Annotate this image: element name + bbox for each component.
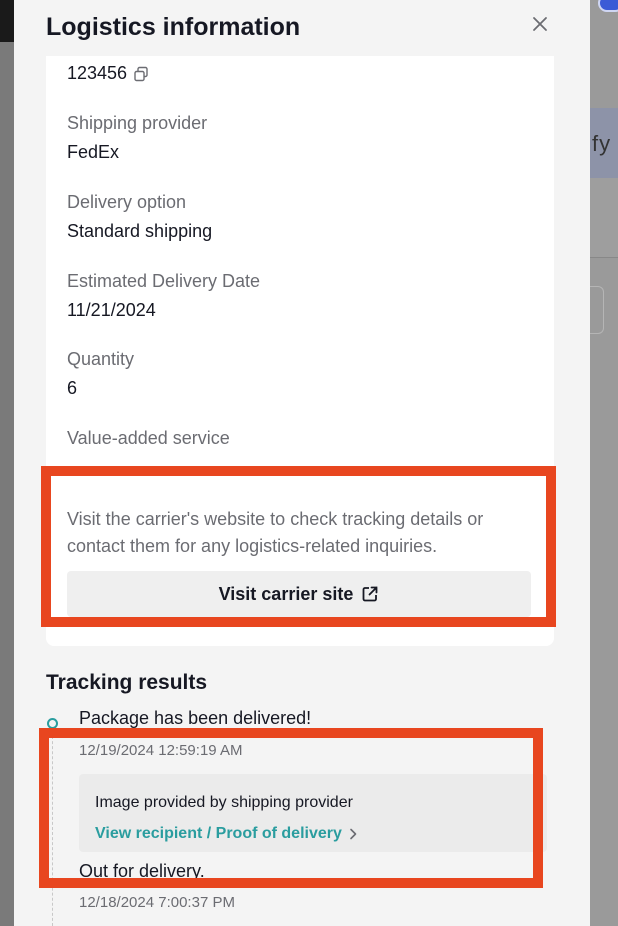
tracking-number: 123456 bbox=[67, 63, 128, 83]
field-estimated-delivery-date: Estimated Delivery Date 11/21/2024 bbox=[67, 270, 260, 321]
field-label: Value-added service bbox=[67, 428, 230, 448]
event-title: Out for delivery. bbox=[79, 861, 205, 881]
external-link-icon bbox=[362, 586, 378, 602]
field-shipping-provider: Shipping provider FedEx bbox=[67, 112, 207, 163]
field-label: Quantity bbox=[67, 349, 135, 369]
background-topbar bbox=[0, 0, 14, 42]
event-title: Package has been delivered! bbox=[79, 708, 312, 728]
background-panel bbox=[590, 178, 618, 258]
proof-of-delivery-link-text: View recipient / Proof of delivery bbox=[95, 825, 342, 842]
timeline-dot bbox=[47, 718, 58, 729]
tracking-number-row: 123456 bbox=[67, 63, 149, 84]
background-page-right: fy bbox=[590, 0, 618, 926]
event-time: 12/18/2024 7:00:37 PM bbox=[79, 894, 235, 911]
background-input bbox=[590, 286, 604, 334]
proof-of-delivery-label: Image provided by shipping provider bbox=[95, 794, 353, 811]
background-partial-text: fy bbox=[592, 131, 612, 156]
drawer-title: Logistics information bbox=[46, 13, 301, 41]
field-value: 6 bbox=[67, 378, 78, 398]
visit-carrier-site-label: Visit carrier site bbox=[218, 583, 354, 604]
tracking-results-title: Tracking results bbox=[46, 671, 208, 694]
close-button[interactable] bbox=[528, 12, 552, 36]
event-time: 12/19/2024 12:59:19 AM bbox=[79, 742, 243, 759]
field-value: FedEx bbox=[67, 142, 120, 162]
close-icon bbox=[533, 17, 547, 31]
field-value: Standard shipping bbox=[67, 221, 213, 241]
carrier-note: Visit the carrier's website to check tra… bbox=[67, 509, 484, 556]
field-quantity: Quantity 6 bbox=[67, 348, 134, 399]
proof-of-delivery-link[interactable]: View recipient / Proof of delivery bbox=[95, 825, 358, 843]
field-value: 11/21/2024 bbox=[67, 300, 156, 320]
background-avatar bbox=[598, 0, 618, 12]
field-label: Delivery option bbox=[67, 192, 187, 212]
field-value-added-service: Value-added service bbox=[67, 427, 230, 456]
logistics-info-card: 123456 Shipping provider FedEx Delivery … bbox=[46, 56, 554, 646]
timeline-line bbox=[52, 731, 53, 926]
chevron-right-icon bbox=[350, 828, 357, 840]
field-label: Shipping provider bbox=[67, 113, 208, 133]
logistics-drawer: Logistics information 123456 Shipping pr… bbox=[14, 0, 590, 926]
visit-carrier-site-button[interactable]: Visit carrier site bbox=[67, 571, 531, 617]
field-label: Estimated Delivery Date bbox=[67, 271, 261, 291]
field-delivery-option: Delivery option Standard shipping bbox=[67, 191, 212, 242]
proof-of-delivery-box: Image provided by shipping provider View… bbox=[79, 774, 547, 852]
copy-icon[interactable] bbox=[133, 66, 149, 82]
